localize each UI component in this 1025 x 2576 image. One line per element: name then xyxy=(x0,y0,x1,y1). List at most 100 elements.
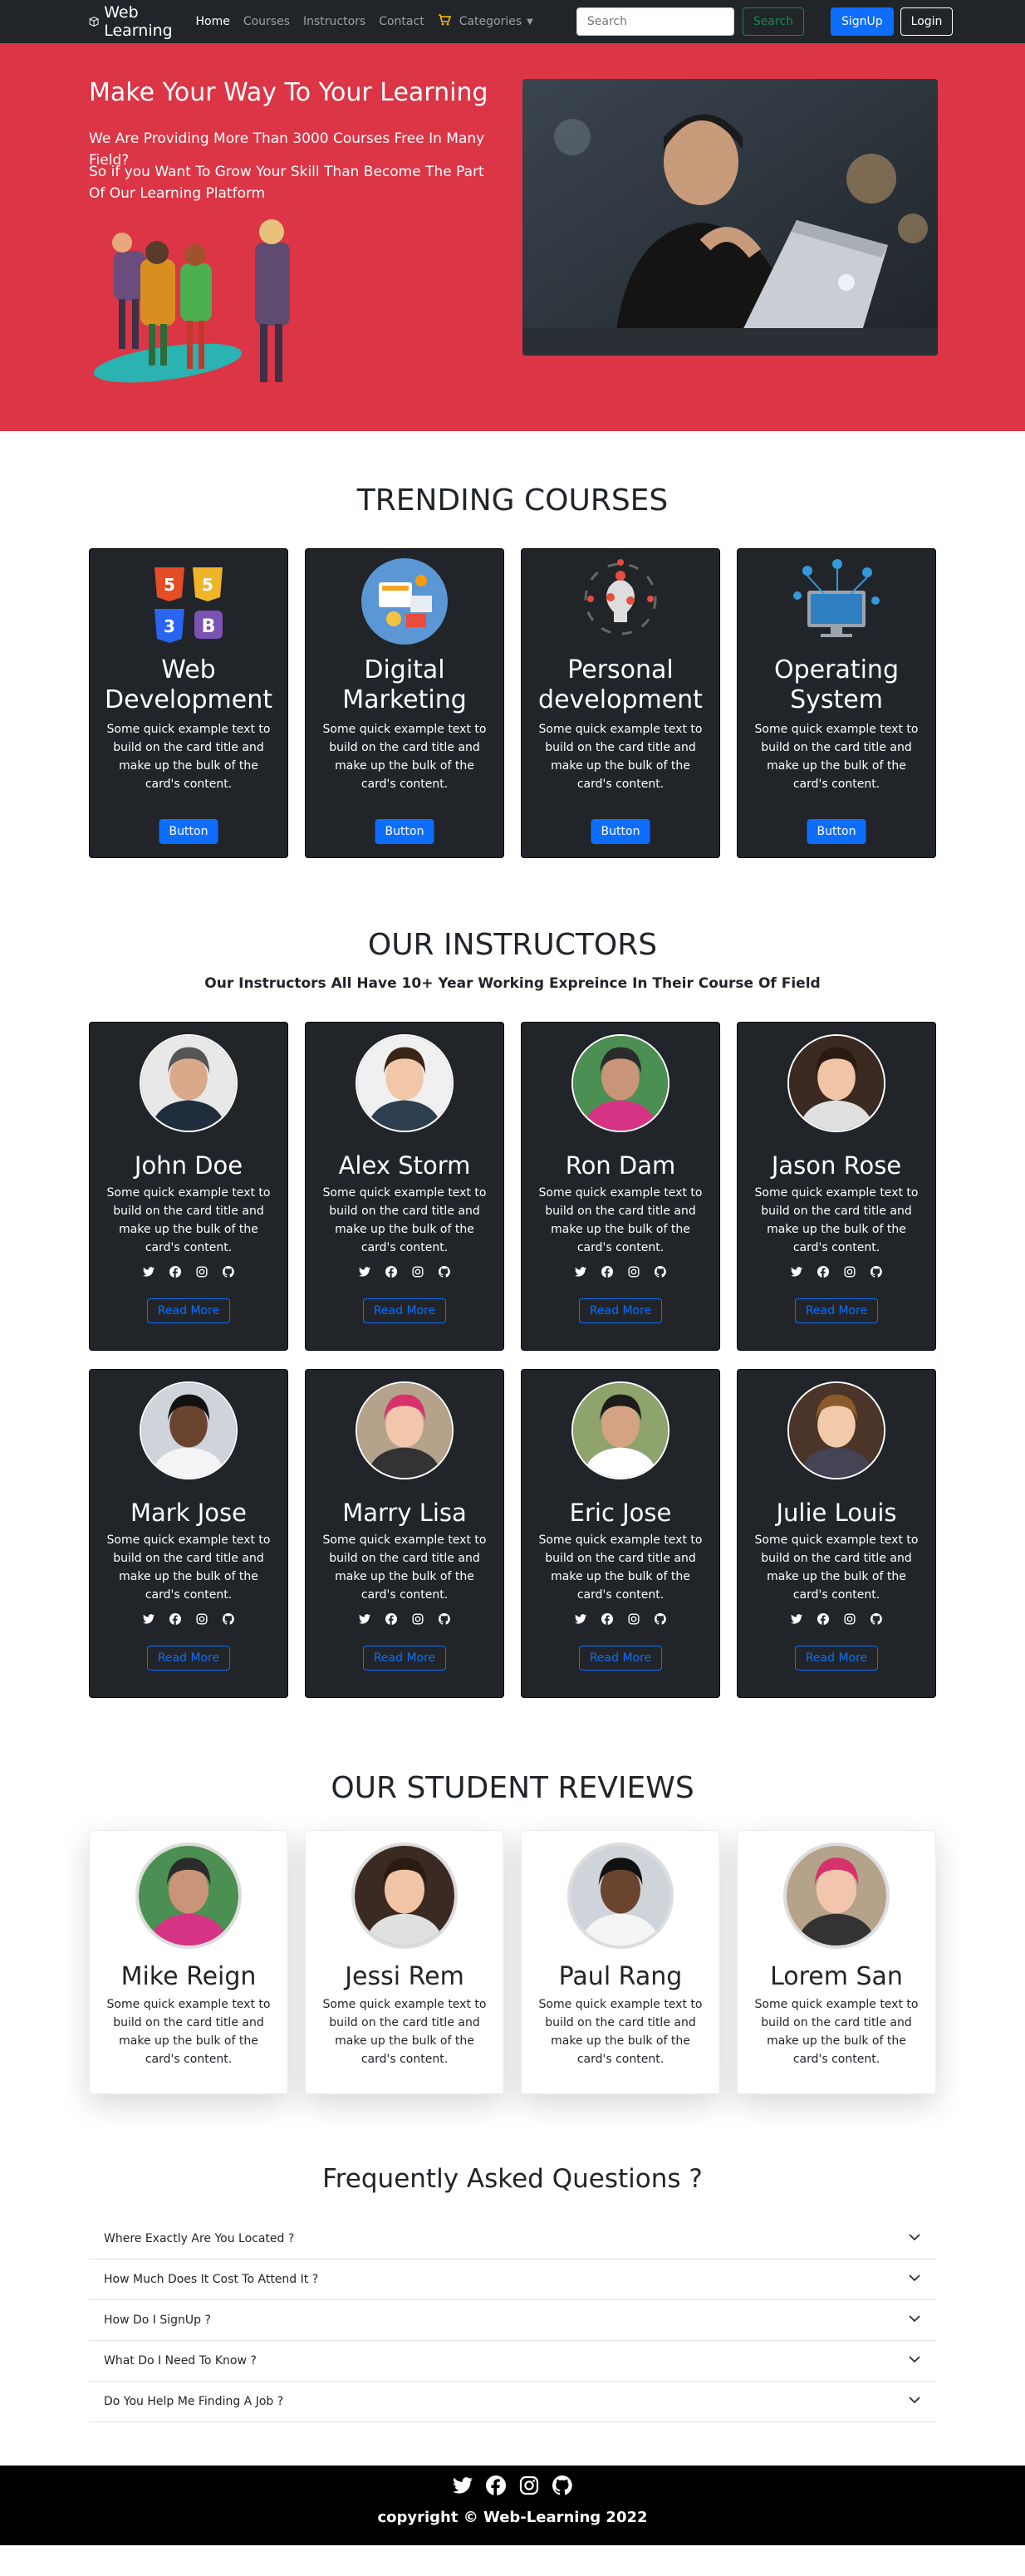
personal-development-icon xyxy=(522,549,719,645)
social-links xyxy=(522,1612,719,1626)
github-icon[interactable] xyxy=(222,1612,235,1626)
course-title: Digital Marketing xyxy=(342,655,467,714)
faq-item[interactable]: What Do I Need To Know ? xyxy=(89,2341,936,2382)
student-avatar xyxy=(567,1842,674,1949)
course-button[interactable]: Button xyxy=(591,819,650,844)
facebook-icon[interactable] xyxy=(169,1612,182,1626)
student-name: Mike Reign xyxy=(120,1962,257,1991)
course-title: Operating System xyxy=(774,655,899,714)
instagram-icon[interactable] xyxy=(627,1612,640,1626)
instagram-icon[interactable] xyxy=(843,1612,856,1626)
review-card: Paul Rang Some quick example text to buil… xyxy=(521,1830,720,2094)
faq-item[interactable]: How Much Does It Cost To Attend It ? xyxy=(89,2260,936,2300)
twitter-icon[interactable] xyxy=(790,1612,803,1626)
instructor-text: Some quick example text to build on the … xyxy=(538,1186,703,1254)
instagram-icon[interactable] xyxy=(411,1612,424,1626)
github-icon[interactable] xyxy=(654,1265,667,1278)
review-text: Some quick example text to build on the … xyxy=(106,1998,271,2066)
read-more-button[interactable]: Read More xyxy=(794,1298,879,1323)
nav-link-home[interactable]: Home xyxy=(195,15,229,28)
instructor-text: Some quick example text to build on the … xyxy=(106,1186,271,1254)
instructor-avatar xyxy=(356,1034,454,1132)
read-more-button[interactable]: Read More xyxy=(578,1646,663,1671)
faq-item[interactable]: Do You Help Me Finding A Job ? xyxy=(89,2382,936,2422)
facebook-icon[interactable] xyxy=(385,1265,398,1278)
twitter-icon[interactable] xyxy=(142,1265,155,1278)
instructor-card: Ron Dam Some quick example text to build … xyxy=(521,1022,720,1351)
review-text: Some quick example text to build on the … xyxy=(322,1998,487,2066)
svg-text:B: B xyxy=(202,616,216,637)
read-more-button[interactable]: Read More xyxy=(146,1298,231,1323)
chevron-down-icon xyxy=(908,2393,921,2410)
instagram-icon[interactable] xyxy=(411,1265,424,1278)
faq-item[interactable]: Where Exactly Are You Located ? xyxy=(89,2219,936,2260)
twitter-icon[interactable] xyxy=(358,1612,371,1626)
faq-question: How Do I SignUp ? xyxy=(104,2313,211,2327)
course-text: Some quick example text to build on the … xyxy=(538,723,703,791)
instructor-avatar xyxy=(356,1381,454,1479)
student-avatar xyxy=(351,1842,458,1949)
facebook-icon[interactable] xyxy=(817,1612,830,1626)
github-icon[interactable] xyxy=(870,1612,883,1626)
nav-link-contact[interactable]: Contact xyxy=(379,15,424,28)
svg-text:3: 3 xyxy=(164,616,175,636)
read-more-button[interactable]: Read More xyxy=(146,1646,231,1671)
twitter-icon[interactable] xyxy=(452,2475,473,2496)
student-name: Jessi Rem xyxy=(345,1962,464,1991)
twitter-icon[interactable] xyxy=(358,1265,371,1278)
svg-text:5: 5 xyxy=(164,575,175,595)
instagram-icon[interactable] xyxy=(518,2475,540,2496)
instructor-card: John Doe Some quick example text to build… xyxy=(89,1022,288,1351)
github-icon[interactable] xyxy=(552,2475,573,2496)
course-button[interactable]: Button xyxy=(375,819,434,844)
read-more-button[interactable]: Read More xyxy=(794,1646,879,1671)
facebook-icon[interactable] xyxy=(169,1265,182,1278)
read-more-button[interactable]: Read More xyxy=(362,1298,447,1323)
instructor-card: Marry Lisa Some quick example text to bui… xyxy=(305,1369,504,1698)
course-text: Some quick example text to build on the … xyxy=(106,723,271,791)
navbar: Web Learning Home Courses Instructors Co… xyxy=(0,0,1025,43)
faq-item[interactable]: How Do I SignUp ? xyxy=(89,2300,936,2341)
signup-button[interactable]: SignUp xyxy=(830,7,894,36)
faq-question: Do You Help Me Finding A Job ? xyxy=(104,2395,284,2408)
nav-link-courses[interactable]: Courses xyxy=(243,15,290,28)
github-icon[interactable] xyxy=(870,1265,883,1278)
social-links xyxy=(306,1265,503,1278)
twitter-icon[interactable] xyxy=(142,1612,155,1626)
hero-line-2: So if you Want To Grow Your Skill Than B… xyxy=(89,164,484,202)
instructor-text: Some quick example text to build on the … xyxy=(106,1533,271,1602)
faq-question: What Do I Need To Know ? xyxy=(104,2354,257,2367)
github-icon[interactable] xyxy=(438,1612,451,1626)
facebook-icon[interactable] xyxy=(601,1265,614,1278)
github-icon[interactable] xyxy=(654,1612,667,1626)
nav-categories-dropdown[interactable]: Categories ▼ xyxy=(459,15,533,28)
brand-logo[interactable]: Web Learning xyxy=(89,3,177,40)
instructor-card: Jason Rose Some quick example text to bui… xyxy=(737,1022,936,1351)
instagram-icon[interactable] xyxy=(195,1612,208,1626)
login-button[interactable]: Login xyxy=(900,7,954,36)
instructor-avatar xyxy=(140,1381,238,1479)
facebook-icon[interactable] xyxy=(601,1612,614,1626)
twitter-icon[interactable] xyxy=(574,1265,587,1278)
read-more-button[interactable]: Read More xyxy=(362,1646,447,1671)
review-card: Jessi Rem Some quick example text to buil… xyxy=(305,1830,504,2094)
instructor-avatar xyxy=(787,1034,885,1132)
read-more-button[interactable]: Read More xyxy=(578,1298,663,1323)
cart-icon[interactable] xyxy=(438,13,451,30)
github-icon[interactable] xyxy=(438,1265,451,1278)
instagram-icon[interactable] xyxy=(195,1265,208,1278)
facebook-icon[interactable] xyxy=(485,2475,507,2496)
twitter-icon[interactable] xyxy=(790,1265,803,1278)
facebook-icon[interactable] xyxy=(385,1612,398,1626)
facebook-icon[interactable] xyxy=(817,1265,830,1278)
nav-link-instructors[interactable]: Instructors xyxy=(303,15,365,28)
twitter-icon[interactable] xyxy=(574,1612,587,1626)
course-button[interactable]: Button xyxy=(807,819,866,844)
social-links xyxy=(90,1265,287,1278)
search-input[interactable] xyxy=(576,7,734,36)
course-button[interactable]: Button xyxy=(159,819,218,844)
search-button[interactable]: Search xyxy=(742,7,804,36)
github-icon[interactable] xyxy=(222,1265,235,1278)
instagram-icon[interactable] xyxy=(627,1265,640,1278)
instagram-icon[interactable] xyxy=(843,1265,856,1278)
